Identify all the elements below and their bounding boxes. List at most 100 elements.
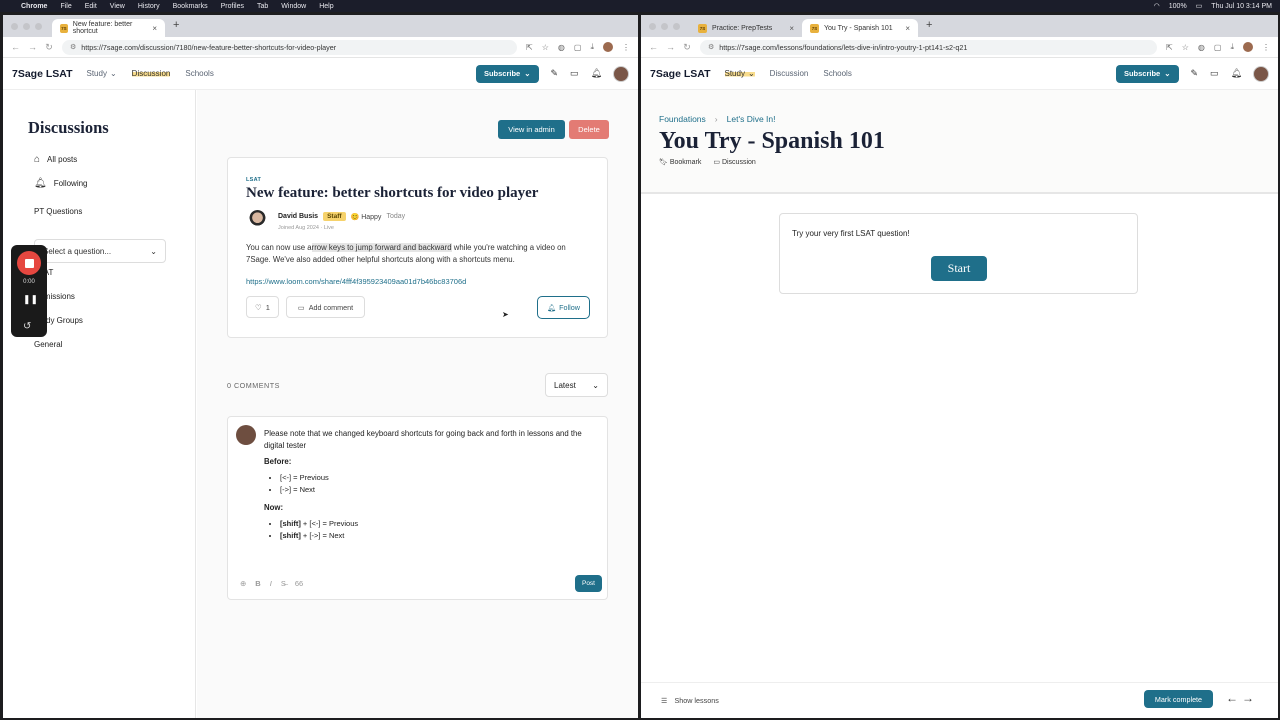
menubar-history[interactable]: History [138, 3, 160, 10]
menubar-chrome[interactable]: Chrome [21, 3, 47, 10]
sidebar-item-following[interactable]: 🔔︎ Following [34, 178, 88, 189]
notification-bell-icon[interactable]: 🔔︎ [591, 68, 602, 79]
close-tab-icon[interactable]: × [152, 24, 157, 33]
stop-recording-button[interactable] [17, 251, 41, 275]
new-tab-button[interactable]: + [173, 19, 179, 31]
menubar-file[interactable]: File [60, 3, 71, 10]
extension-icon[interactable]: ◍ [1198, 43, 1205, 52]
sidebar-item-pt-questions[interactable]: PT Questions [34, 207, 82, 216]
url-field[interactable]: ⚙ https://7sage.com/lessons/foundations/… [700, 39, 1158, 55]
nav-discussion[interactable]: Discussion [131, 69, 171, 78]
open-external-icon[interactable]: ⇱ [1166, 43, 1173, 52]
next-arrow-icon[interactable]: → [1242, 691, 1254, 705]
add-icon[interactable]: ⊕ [240, 579, 246, 588]
minimize-window-button[interactable] [661, 23, 668, 30]
profile-avatar[interactable] [1243, 42, 1253, 52]
bookmark-star-icon[interactable]: ☆ [542, 43, 549, 52]
extensions-puzzle-icon[interactable]: ▢ [574, 43, 582, 52]
breadcrumb-lets-dive-in[interactable]: Let's Dive In! [727, 114, 776, 124]
notification-bell-icon[interactable]: 🔔︎ [1231, 68, 1242, 79]
maximize-window-button[interactable] [35, 23, 42, 30]
delete-button[interactable]: Delete [569, 120, 609, 139]
nav-study[interactable]: Study ⌄ [87, 69, 117, 78]
previous-arrow-icon[interactable]: ← [1226, 691, 1238, 705]
discussion-button[interactable]: ▭ Discussion [713, 158, 755, 166]
site-logo[interactable]: 7Sage LSAT [650, 68, 711, 80]
new-tab-button[interactable]: + [926, 19, 932, 31]
comment-draft-text[interactable]: Please note that we changed keyboard sho… [264, 428, 599, 548]
mark-complete-button[interactable]: Mark complete [1144, 690, 1213, 708]
post-category[interactable]: LSAT [246, 177, 261, 183]
menubar-help[interactable]: Help [319, 3, 333, 10]
chrome-menu-icon[interactable]: ⋮ [1262, 43, 1270, 52]
like-button[interactable]: ♡ 1 [246, 296, 279, 318]
close-tab-icon[interactable]: × [905, 24, 910, 33]
loom-link[interactable]: https://www.loom.com/share/4fff4f3959234… [246, 277, 466, 286]
tab-you-try[interactable]: 7S You Try - Spanish 101 × [802, 19, 918, 37]
nav-study[interactable]: Study ⌄ [724, 69, 755, 78]
author-name[interactable]: David Busis [278, 213, 318, 220]
tab-practice-preptests[interactable]: 7S Practice: PrepTests × [690, 19, 802, 37]
nav-discussion[interactable]: Discussion [770, 69, 809, 78]
close-window-button[interactable] [11, 23, 18, 30]
bookmark-star-icon[interactable]: ☆ [1182, 43, 1189, 52]
site-info-icon[interactable]: ⚙ [708, 43, 714, 51]
bold-icon[interactable]: B [255, 579, 260, 588]
maximize-window-button[interactable] [673, 23, 680, 30]
menubar-profiles[interactable]: Profiles [221, 3, 244, 10]
menubar-view[interactable]: View [110, 3, 125, 10]
question-select[interactable]: Select a question... ⌄ [34, 239, 166, 263]
profile-avatar[interactable] [603, 42, 613, 52]
menubar-tab[interactable]: Tab [257, 3, 268, 10]
chat-icon[interactable]: ▭ [570, 68, 579, 79]
user-avatar[interactable] [613, 65, 629, 82]
italic-icon[interactable]: I [270, 579, 272, 588]
forward-icon[interactable]: → [666, 42, 675, 52]
bookmark-button[interactable]: 🔖︎ Bookmark [659, 158, 701, 166]
reload-icon[interactable]: ↻ [683, 42, 691, 53]
extension-icon[interactable]: ◍ [558, 43, 565, 52]
minimize-window-button[interactable] [23, 23, 30, 30]
close-window-button[interactable] [649, 23, 656, 30]
edit-icon[interactable]: ✎ [551, 68, 559, 79]
view-in-admin-button[interactable]: View in admin [498, 120, 565, 139]
forward-icon[interactable]: → [28, 42, 37, 52]
url-field[interactable]: ⚙ https://7sage.com/discussion/7180/new-… [62, 39, 518, 55]
restart-icon[interactable]: ↺ [23, 321, 31, 332]
site-info-icon[interactable]: ⚙ [70, 43, 76, 51]
sidebar-item-all-posts[interactable]: ⌂ All posts [34, 154, 77, 165]
download-icon[interactable]: ⤓ [590, 42, 594, 52]
back-icon[interactable]: ← [11, 42, 20, 52]
start-button[interactable]: Start [931, 256, 987, 281]
nav-schools[interactable]: Schools [823, 69, 851, 78]
menubar-bookmarks[interactable]: Bookmarks [173, 3, 208, 10]
comment-editor[interactable]: Please note that we changed keyboard sho… [227, 416, 608, 600]
download-icon[interactable]: ⤓ [1230, 42, 1234, 52]
author-avatar[interactable] [248, 210, 267, 232]
wifi-icon[interactable]: ◠ [1154, 2, 1160, 10]
breadcrumb-foundations[interactable]: Foundations [659, 114, 706, 124]
chrome-menu-icon[interactable]: ⋮ [622, 43, 630, 52]
user-avatar[interactable] [1253, 65, 1269, 82]
follow-button[interactable]: 🔔︎ Follow [537, 296, 590, 319]
subscribe-button[interactable]: Subscribe ⌄ [1115, 64, 1179, 83]
close-tab-icon[interactable]: × [789, 24, 794, 33]
sidebar-item-general[interactable]: General [34, 340, 62, 349]
extensions-puzzle-icon[interactable]: ▢ [1214, 43, 1222, 52]
show-lessons-button[interactable]: ☰ Show lessons [661, 696, 719, 705]
pause-icon[interactable]: ❚❚ [23, 294, 38, 305]
post-button[interactable]: Post [575, 575, 602, 592]
subscribe-button[interactable]: Subscribe ⌄ [475, 64, 539, 83]
clock[interactable]: Thu Jul 10 3:14 PM [1211, 3, 1272, 10]
edit-icon[interactable]: ✎ [1191, 68, 1199, 79]
open-external-icon[interactable]: ⇱ [526, 43, 533, 52]
reload-icon[interactable]: ↻ [45, 42, 53, 53]
add-comment-button[interactable]: ▭ Add comment [286, 296, 365, 318]
chat-icon[interactable]: ▭ [1210, 68, 1219, 79]
menubar-edit[interactable]: Edit [85, 3, 97, 10]
back-icon[interactable]: ← [649, 42, 658, 52]
tab-discussion[interactable]: 7S New feature: better shortcut × [52, 19, 165, 37]
nav-schools[interactable]: Schools [185, 69, 213, 78]
quote-icon[interactable]: 66 [295, 579, 303, 588]
strikethrough-icon[interactable]: S̶ [281, 579, 286, 588]
